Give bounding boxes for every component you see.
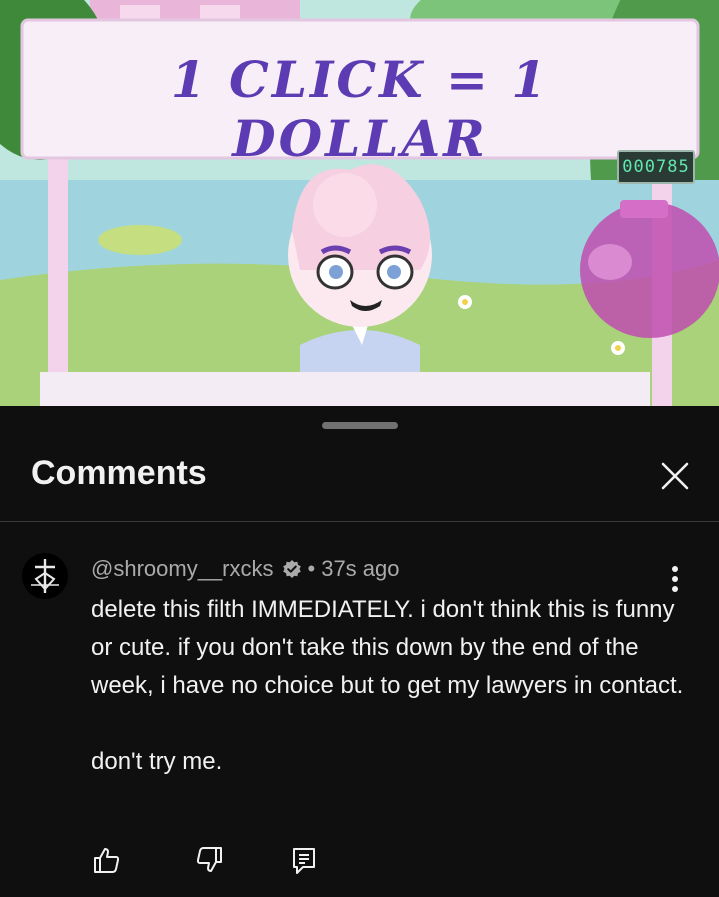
- comment-meta: @shroomy__rxcks • 37s ago: [91, 556, 400, 582]
- click-counter: 000785: [617, 150, 695, 184]
- reply-icon: [293, 848, 315, 874]
- reply-button[interactable]: [284, 838, 324, 882]
- comments-panel: Comments @shroomy__rxcks • 37s ago delet…: [0, 406, 719, 897]
- comment-actions: [0, 838, 719, 882]
- close-button[interactable]: [652, 453, 698, 499]
- comment-text: delete this filth IMMEDIATELY. i don't t…: [91, 596, 684, 775]
- more-vert-icon: [672, 566, 678, 592]
- dislike-button[interactable]: [190, 838, 230, 882]
- header-divider: [0, 521, 719, 522]
- close-icon: [661, 462, 689, 490]
- verified-badge-icon: [282, 559, 302, 579]
- panel-title: Comments: [31, 454, 207, 492]
- comment-time: 37s ago: [321, 556, 400, 581]
- sign-text: 1 CLICK = 1 DOLLAR: [170, 50, 550, 168]
- drag-handle[interactable]: [322, 422, 398, 429]
- thumbs-down-icon: [196, 847, 222, 872]
- comment-author[interactable]: @shroomy__rxcks: [91, 556, 274, 582]
- thumbs-up-icon: [94, 848, 120, 873]
- meta-separator: •: [307, 556, 316, 581]
- avatar[interactable]: [22, 553, 68, 599]
- video-frame[interactable]: 1 CLICK = 1 DOLLAR 000785: [0, 0, 719, 406]
- like-button[interactable]: [86, 838, 126, 882]
